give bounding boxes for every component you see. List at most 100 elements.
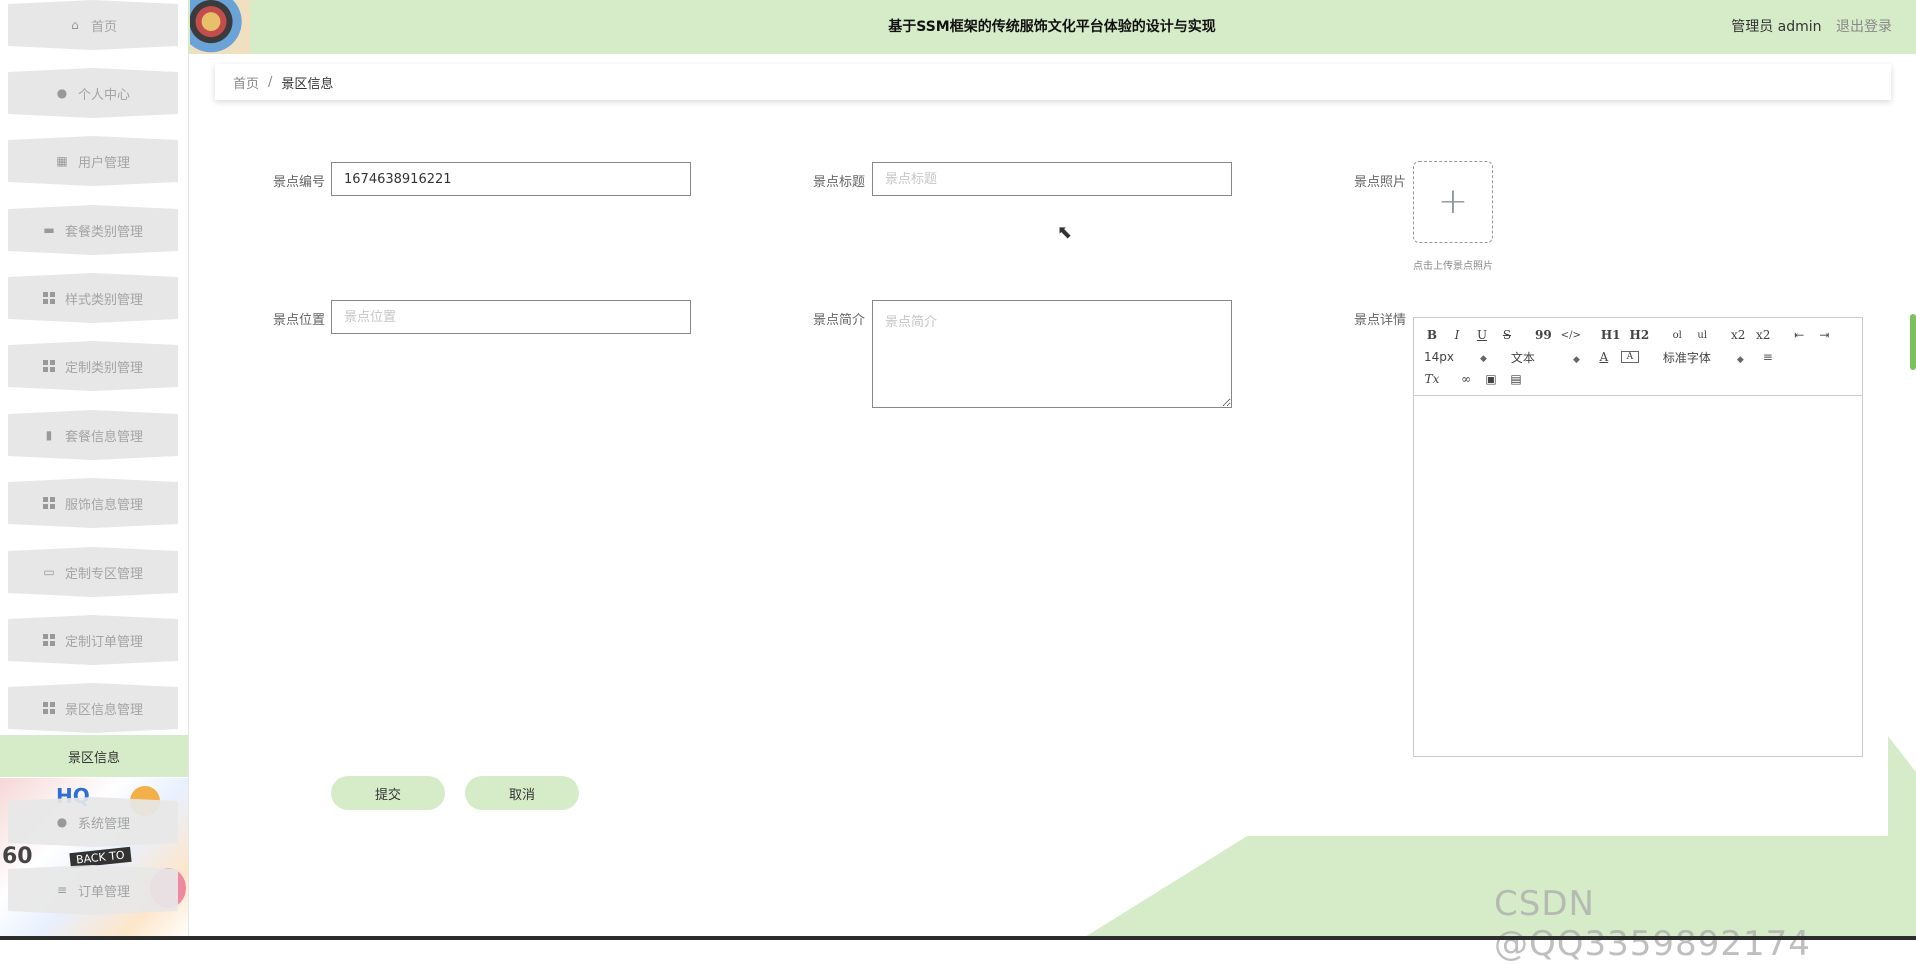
scenic-location-input[interactable] (331, 300, 691, 334)
sidebar-subitem-label: 景区信息 (67, 750, 120, 766)
select-arrow-icon: ◆ (1736, 354, 1744, 365)
underline-button[interactable]: U (1474, 328, 1490, 342)
sidebar-item-home[interactable]: ⌂ 首页 (8, 0, 178, 50)
cancel-button[interactable]: 取消 (465, 776, 579, 810)
sidebar-item-profile[interactable]: ● 个人中心 (8, 68, 178, 118)
sidebar-item-label: 套餐类别管理 (64, 224, 143, 240)
sidebar-item-users[interactable]: ▦ 用户管理 (8, 136, 178, 186)
location-icon: ● (56, 815, 68, 829)
sidebar-item-style-category[interactable]: 样式类别管理 (8, 273, 178, 323)
admin-label: 管理员 admin (1731, 19, 1822, 35)
scenic-intro-label: 景点简介 (812, 313, 865, 328)
ordered-list-button[interactable]: ol (1669, 330, 1685, 341)
font-family-value: 标准字体 (1662, 350, 1711, 365)
editor-toolbar: B I U S 99 </> H1 H2 ol ul x2 x2 ⇤ ⇥ 14p… (1414, 318, 1862, 396)
code-block-button[interactable]: </> (1561, 330, 1581, 341)
briefcase-icon: ▬ (43, 223, 55, 237)
font-size-value: 14px (1424, 350, 1454, 364)
sidebar-item-package-info[interactable]: ▮ 套餐信息管理 (8, 410, 178, 460)
indent-icon[interactable]: ⇥ (1816, 328, 1832, 342)
breadcrumb-current: 景区信息 (281, 76, 334, 92)
superscript-button[interactable]: x2 (1755, 328, 1771, 342)
plus-icon: + (1437, 181, 1469, 222)
submit-button[interactable]: 提交 (331, 776, 445, 810)
scenic-title-input[interactable] (872, 162, 1232, 196)
align-icon[interactable]: ≡ (1760, 350, 1776, 364)
scenic-photo-label: 景点照片 (1353, 175, 1406, 190)
sidebar: HQ 60 BACK TO ⌂ 首页 ● 个人中心 ▦ 用户管理 ▬ 套餐类别管… (0, 0, 189, 940)
mouse-cursor-icon: ⬉ (1057, 222, 1073, 243)
user-info: 管理员 admin 退出登录 (1731, 0, 1892, 54)
italic-button[interactable]: I (1449, 328, 1465, 342)
home-icon: ⌂ (71, 18, 79, 32)
scenic-title-label: 景点标题 (812, 175, 865, 190)
sidebar-item-label: 服饰信息管理 (64, 497, 143, 513)
blockquote-button[interactable]: 99 (1535, 328, 1552, 342)
monitor-icon: ▭ (43, 565, 55, 579)
sidebar-item-package-category[interactable]: ▬ 套餐类别管理 (8, 205, 178, 255)
clean-format-button[interactable]: Tx (1424, 372, 1440, 386)
sidebar-item-label: 定制专区管理 (64, 566, 143, 582)
header-type-select[interactable]: 文本 ◆ (1511, 349, 1580, 366)
sidebar-subitem-scenic-info[interactable]: 景区信息 (0, 735, 188, 777)
page-scrollbar[interactable] (1910, 314, 1916, 370)
scenic-number-label: 景点编号 (272, 175, 325, 190)
grid-icon: ▦ (56, 154, 68, 168)
user-icon: ● (56, 86, 68, 100)
font-family-select[interactable]: 标准字体 ◆ (1663, 349, 1744, 366)
font-size-select[interactable]: 14px ◆ (1424, 350, 1487, 364)
scenic-location-label: 景点位置 (272, 313, 325, 328)
sidebar-item-label: 定制类别管理 (64, 360, 143, 376)
background-color-icon[interactable]: A (1620, 351, 1639, 363)
sidebar-item-custom-category[interactable]: 定制类别管理 (8, 341, 178, 391)
sidebar-item-scenic-info[interactable]: 景区信息管理 (8, 683, 178, 733)
bullet-list-button[interactable]: ul (1694, 330, 1710, 341)
scenic-number-input[interactable] (331, 162, 691, 196)
list-icon: ≡ (56, 883, 68, 897)
breadcrumb-home[interactable]: 首页 (233, 73, 259, 92)
grid-icon (42, 702, 55, 714)
photo-upload-tip: 点击上传景点照片 (1413, 261, 1493, 272)
outdent-icon[interactable]: ⇤ (1791, 328, 1807, 342)
h2-button[interactable]: H2 (1630, 328, 1650, 342)
sidebar-item-label: 用户管理 (77, 155, 130, 171)
deco-text-60: 60 (2, 844, 33, 869)
deco-text-back-to: BACK TO (69, 846, 132, 869)
photo-upload-box[interactable]: + (1413, 161, 1493, 243)
watermark: CSDN @QQ3359892174 (1494, 884, 1811, 964)
link-icon[interactable]: ∞ (1458, 372, 1474, 386)
sidebar-item-label: 景区信息管理 (64, 702, 143, 718)
sidebar-item-label: 系统管理 (77, 816, 130, 832)
bold-button[interactable]: B (1424, 328, 1440, 342)
h1-button[interactable]: H1 (1601, 328, 1621, 342)
video-icon[interactable]: ▤ (1508, 372, 1524, 386)
logout-link[interactable]: 退出登录 (1836, 19, 1892, 35)
font-color-icon[interactable]: A (1596, 350, 1612, 364)
sidebar-item-clothing-info[interactable]: 服饰信息管理 (8, 478, 178, 528)
sidebar-item-system[interactable]: ● 系统管理 (8, 797, 178, 847)
select-arrow-icon: ◆ (1480, 354, 1487, 364)
sidebar-item-orders[interactable]: ≡ 订单管理 (8, 865, 178, 915)
select-arrow-icon: ◆ (1572, 354, 1580, 365)
sidebar-item-label: 样式类别管理 (64, 292, 143, 308)
grid-icon (42, 292, 55, 304)
grid-icon (42, 360, 55, 372)
header-type-value: 文本 (1510, 350, 1535, 365)
sidebar-item-label: 定制订单管理 (64, 634, 143, 650)
sidebar-item-label: 个人中心 (77, 87, 130, 103)
strike-button[interactable]: S (1499, 328, 1515, 342)
sidebar-item-label: 套餐信息管理 (64, 429, 143, 445)
editor-content-area[interactable] (1414, 396, 1862, 756)
sidebar-item-custom-zone[interactable]: ▭ 定制专区管理 (8, 547, 178, 597)
sidebar-item-custom-orders[interactable]: 定制订单管理 (8, 615, 178, 665)
image-icon[interactable]: ▣ (1483, 372, 1499, 386)
grid-icon (42, 497, 55, 509)
grid-icon (42, 634, 55, 646)
scenic-detail-label: 景点详情 (1353, 313, 1406, 328)
subscript-button[interactable]: x2 (1730, 328, 1746, 342)
page-title: 基于SSM框架的传统服饰文化平台体验的设计与实现 (888, 19, 1216, 35)
scenic-intro-textarea[interactable] (872, 300, 1232, 408)
rich-text-editor: B I U S 99 </> H1 H2 ol ul x2 x2 ⇤ ⇥ 14p… (1413, 317, 1863, 757)
sidebar-item-label: 首页 (90, 19, 117, 35)
bottom-edge (0, 936, 1916, 940)
